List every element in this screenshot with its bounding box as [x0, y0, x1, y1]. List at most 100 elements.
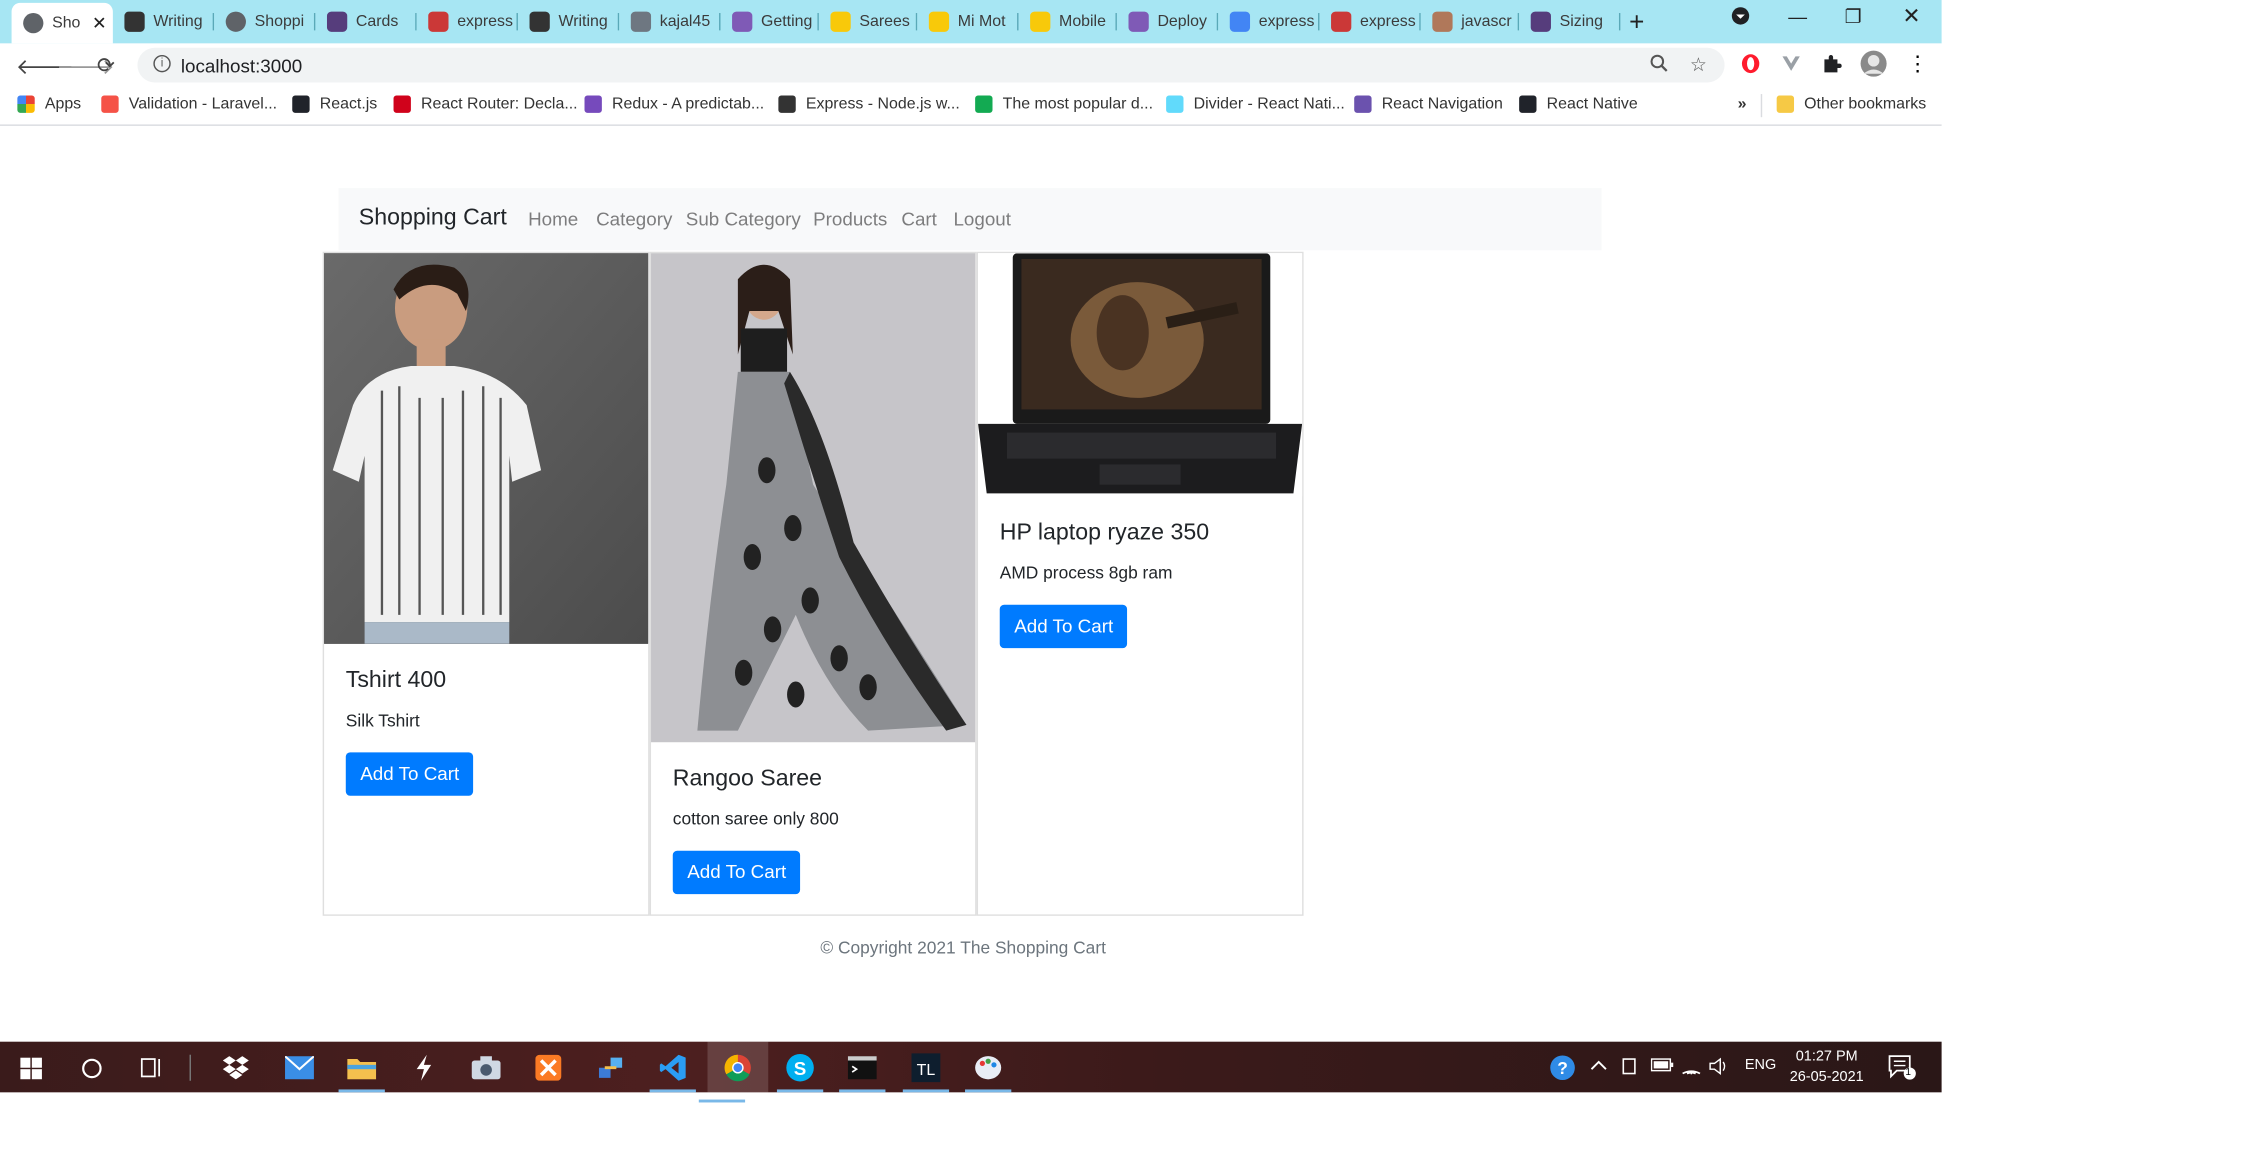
- browser-tab[interactable]: express: [1218, 6, 1320, 38]
- tab-label: Sho: [52, 14, 81, 32]
- timelog-icon[interactable]: TL: [902, 1053, 950, 1093]
- opera-extension-icon[interactable]: [1741, 54, 1761, 79]
- browser-tab[interactable]: Sho ✕: [11, 2, 113, 44]
- file-explorer-icon[interactable]: [338, 1053, 385, 1093]
- bookmark-item[interactable]: Redux - A predictab...: [584, 95, 764, 113]
- zoom-icon[interactable]: [1649, 54, 1668, 77]
- browser-tab[interactable]: Sizing: [1519, 6, 1621, 38]
- lightning-app-icon[interactable]: [409, 1053, 438, 1082]
- browser-tab[interactable]: Mi Mot: [917, 6, 1019, 38]
- browser-tab[interactable]: javascr: [1421, 6, 1520, 38]
- windows-start-icon[interactable]: [16, 1053, 45, 1082]
- bookmark-item[interactable]: Express - Node.js w...: [778, 95, 960, 113]
- volume-icon[interactable]: [1709, 1057, 1729, 1080]
- browser-tab[interactable]: Shoppi: [214, 6, 316, 38]
- tab-label: Getting: [761, 13, 813, 31]
- nav-home[interactable]: Home: [528, 208, 578, 230]
- chrome-icon[interactable]: [698, 1041, 769, 1103]
- help-icon[interactable]: ?: [1550, 1055, 1576, 1085]
- nav-cart[interactable]: Cart: [901, 208, 937, 230]
- camera-icon[interactable]: [471, 1053, 501, 1082]
- nav-sub-category[interactable]: Sub Category: [686, 208, 801, 230]
- bootstrap-icon: [1530, 11, 1551, 32]
- tab-label: express: [1359, 13, 1416, 31]
- other-bookmarks[interactable]: Other bookmarks: [1776, 95, 1926, 113]
- add-to-cart-button[interactable]: Add To Cart: [999, 604, 1128, 649]
- bookmark-item[interactable]: React Navigation: [1354, 95, 1503, 113]
- bookmark-item[interactable]: React.js: [292, 95, 377, 113]
- close-tab-icon[interactable]: ✕: [92, 13, 107, 33]
- globe-icon: [225, 11, 246, 32]
- browser-tab[interactable]: kajal45: [619, 6, 721, 38]
- language-indicator[interactable]: ENG: [1745, 1058, 1776, 1074]
- dropbox-icon[interactable]: [221, 1053, 250, 1082]
- bookmark-favicon-icon: [778, 95, 796, 113]
- tab-label: Mobile: [1059, 13, 1106, 31]
- tab-strip: + — ❐ ✕ Sho ✕ Writing Shoppi Cards express Wri…: [0, 0, 1942, 44]
- nav-products[interactable]: Products: [813, 208, 887, 230]
- bookmark-label: React Native: [1546, 95, 1638, 113]
- search-circle-icon[interactable]: [77, 1053, 106, 1082]
- clock-date: 26-05-2021: [1789, 1069, 1864, 1086]
- mail-icon[interactable]: [285, 1053, 314, 1082]
- bookmarks-overflow-button[interactable]: »: [1738, 95, 1747, 112]
- ex-icon: [124, 11, 145, 32]
- nav-logout[interactable]: Logout: [953, 208, 1011, 230]
- vscode-icon[interactable]: [649, 1053, 696, 1093]
- browser-tab[interactable]: Getting: [721, 6, 819, 38]
- browser-tab[interactable]: express: [1319, 6, 1421, 38]
- bookmark-label: The most popular d...: [1002, 95, 1154, 113]
- add-to-cart-button[interactable]: Add To Cart: [345, 752, 474, 796]
- profile-avatar[interactable]: [1859, 49, 1888, 82]
- tab-label: Sizing: [1559, 13, 1604, 31]
- wifi-icon[interactable]: [1681, 1058, 1701, 1080]
- bookmark-label: Divider - React Nati...: [1193, 95, 1345, 113]
- device-icon[interactable]: [1620, 1058, 1637, 1080]
- chevron-up-icon[interactable]: [1590, 1058, 1607, 1077]
- nav-category[interactable]: Category: [596, 208, 672, 230]
- info-icon[interactable]: i: [153, 54, 171, 73]
- flipkart-icon: [1030, 11, 1051, 32]
- bookmark-favicon-icon: [1519, 95, 1537, 113]
- browser-tab[interactable]: Writing: [113, 6, 215, 38]
- browser-tab[interactable]: Deploy: [1117, 6, 1219, 38]
- xampp-icon[interactable]: [534, 1053, 563, 1082]
- tab-separator: [1618, 13, 1621, 31]
- bookmark-item[interactable]: React Router: Decla...: [393, 95, 578, 113]
- folder-icon: [1776, 95, 1795, 113]
- bookmark-item[interactable]: Divider - React Nati...: [1166, 95, 1345, 113]
- terminal-icon[interactable]: [839, 1053, 886, 1093]
- new-tab-button[interactable]: +: [1629, 7, 1644, 37]
- browser-tab[interactable]: Mobile: [1019, 6, 1117, 38]
- browser-tab[interactable]: Sarees: [819, 6, 918, 38]
- web-page: Shopping Cart Home Category Sub Category…: [0, 128, 1942, 1042]
- bookmark-item[interactable]: Apps: [17, 95, 81, 113]
- bookmark-item[interactable]: The most popular d...: [975, 95, 1154, 113]
- brand-link[interactable]: Shopping Cart: [359, 205, 507, 231]
- extensions-puzzle-icon[interactable]: [1822, 54, 1842, 79]
- browser-toolbar: 🡐 🡒 ⟳ i localhost:3000 ☆ ⋮: [0, 43, 1942, 87]
- close-window-button[interactable]: ✕: [1903, 3, 1921, 29]
- restore-button[interactable]: ❐: [1845, 6, 1862, 29]
- minimize-button[interactable]: —: [1788, 6, 1807, 28]
- notification-center-icon[interactable]: 1: [1888, 1055, 1917, 1085]
- browser-tab[interactable]: express: [417, 6, 518, 38]
- task-view-icon[interactable]: [137, 1053, 166, 1082]
- skype-icon[interactable]: S: [776, 1053, 824, 1093]
- address-bar[interactable]: i localhost:3000 ☆: [137, 47, 1725, 83]
- menu-kebab-icon[interactable]: ⋮: [1907, 51, 1929, 77]
- battery-icon[interactable]: [1650, 1058, 1674, 1077]
- google-icon: [1229, 11, 1251, 32]
- network-app-icon[interactable]: [596, 1053, 625, 1082]
- add-to-cart-button[interactable]: Add To Cart: [672, 850, 801, 895]
- taskbar-clock[interactable]: 01:27 PM 26-05-2021: [1790, 1047, 1864, 1088]
- reload-button[interactable]: ⟳: [97, 52, 115, 79]
- browser-tab[interactable]: Cards: [315, 6, 417, 38]
- bookmark-item[interactable]: Validation - Laravel...: [101, 95, 277, 113]
- paint-icon[interactable]: [965, 1053, 1012, 1093]
- vpn-extension-icon[interactable]: [1781, 54, 1801, 79]
- profile-icon[interactable]: [1730, 6, 1750, 31]
- bookmark-star-icon[interactable]: ☆: [1690, 54, 1707, 77]
- browser-tab[interactable]: Writing: [518, 6, 620, 38]
- bookmark-item[interactable]: React Native: [1519, 95, 1638, 113]
